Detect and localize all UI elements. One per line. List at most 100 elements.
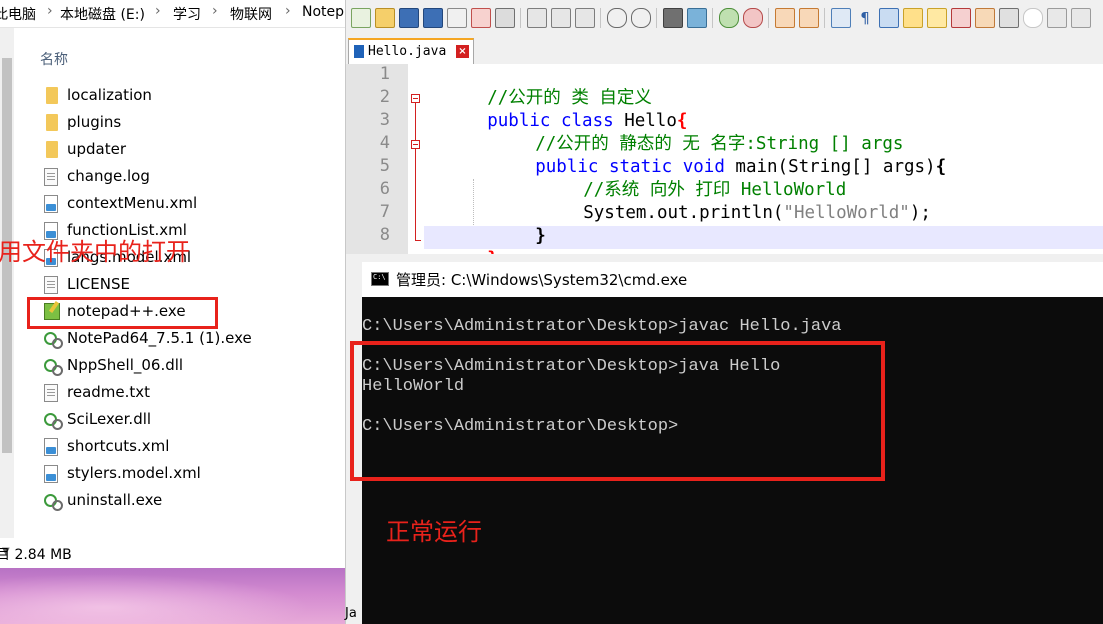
code-line-8: } (424, 225, 498, 254)
sync-horizontal-icon[interactable] (799, 8, 819, 28)
folder-icon (46, 141, 58, 158)
file-name: plugins (67, 113, 122, 131)
text-file-icon (44, 384, 58, 402)
user-language-icon[interactable] (903, 8, 923, 28)
code-line-2: public class Hello{ (424, 87, 687, 131)
line-number: 3 (379, 110, 390, 130)
toolbar-separator (712, 8, 713, 28)
breadcrumb-item-this-pc[interactable]: 此电脑 (0, 4, 36, 24)
show-all-characters-icon[interactable]: ¶ (855, 8, 875, 28)
file-name: shortcuts.xml (67, 437, 170, 455)
folder-icon (46, 114, 58, 131)
file-list-item[interactable]: SciLexer.dll (40, 408, 300, 432)
cmd-window: 管理员: C:\Windows\System32\cmd.exe C:\User… (350, 262, 1103, 624)
text-file-icon (44, 168, 58, 186)
vertical-scrollbar[interactable]: ▼ (0, 28, 14, 557)
breadcrumb-item-iot[interactable]: 物联网 (230, 4, 272, 24)
file-list-item[interactable]: NppShell_06.dll (40, 354, 300, 378)
breadcrumb: 此电脑 › 本地磁盘 (E:) › 学习 › 物联网 › Notep (0, 0, 345, 28)
toolbar-separator (656, 8, 657, 28)
file-list-item[interactable]: contextMenu.xml (40, 192, 300, 216)
zoom-out-icon[interactable] (743, 8, 763, 28)
close-icon[interactable] (447, 8, 467, 28)
file-list-item[interactable]: NotePad64_7.5.1 (1).exe (40, 327, 300, 351)
dll-icon (44, 359, 63, 376)
desktop-wallpaper (0, 568, 345, 624)
cmd-title-bar[interactable]: 管理员: C:\Windows\System32\cmd.exe (362, 262, 1103, 298)
zoom-in-icon[interactable] (719, 8, 739, 28)
file-list-item[interactable]: plugins (40, 111, 300, 135)
fold-margin[interactable] (410, 64, 422, 254)
indent-guide-icon[interactable] (879, 8, 899, 28)
code-editor[interactable]: 1 2 3 4 5 6 7 8 //公开的 类 自定义 public class… (346, 64, 1103, 254)
breadcrumb-item-notepad[interactable]: Notep (302, 4, 344, 20)
code-brace: } (535, 226, 546, 246)
code-line-7: } (472, 202, 546, 246)
file-list-item[interactable]: LICENSE (40, 273, 300, 297)
word-wrap-icon[interactable] (831, 8, 851, 28)
file-list-item[interactable]: updater (40, 138, 300, 162)
status-bar-size: 目 2.84 MB (0, 547, 72, 563)
breadcrumb-item-study[interactable]: 学习 (173, 4, 201, 24)
fold-toggle-icon[interactable] (411, 140, 420, 149)
document-map-icon[interactable] (927, 8, 947, 28)
monitoring-icon[interactable] (999, 8, 1019, 28)
save-all-icon[interactable] (423, 8, 443, 28)
exe-icon (44, 494, 63, 511)
folder-icon (46, 87, 58, 104)
toolbar-separator (520, 8, 521, 28)
cmd-title: 管理员: C:\Windows\System32\cmd.exe (396, 271, 688, 289)
file-name: localization (67, 86, 152, 104)
dll-icon (44, 413, 63, 430)
file-list-item[interactable]: uninstall.exe (40, 489, 300, 513)
file-list-item[interactable]: localization (40, 84, 300, 108)
print-icon[interactable] (495, 8, 515, 28)
undo-icon[interactable] (607, 8, 627, 28)
copy-icon[interactable] (551, 8, 571, 28)
text-file-icon (44, 276, 58, 294)
code-line-6: System.out.println("HelloWorld"); (520, 179, 931, 223)
fold-toggle-icon[interactable] (411, 94, 420, 103)
record-macro-icon[interactable] (1023, 8, 1043, 28)
line-number: 1 (379, 64, 390, 84)
toolbar-separator (824, 8, 825, 28)
redo-icon[interactable] (631, 8, 651, 28)
close-all-icon[interactable] (471, 8, 491, 28)
line-number: 2 (379, 87, 390, 107)
breadcrumb-separator-icon: › (47, 3, 53, 19)
file-list-item[interactable]: shortcuts.xml (40, 435, 300, 459)
find-icon[interactable] (663, 8, 683, 28)
cut-icon[interactable] (527, 8, 547, 28)
file-list-item[interactable]: change.log (40, 165, 300, 189)
close-tab-icon[interactable]: × (456, 45, 469, 58)
play-macro-icon[interactable] (1071, 8, 1091, 28)
tab-hello-java[interactable]: Hello.java × (348, 38, 474, 64)
code-identifier: ); (909, 203, 931, 223)
annotation-runs-normally: 正常运行 (386, 518, 482, 546)
file-list-item[interactable]: stylers.model.xml (40, 462, 300, 486)
breadcrumb-item-drive[interactable]: 本地磁盘 (E:) (60, 4, 145, 24)
sync-vertical-icon[interactable] (775, 8, 795, 28)
line-number: 7 (379, 202, 390, 222)
save-icon[interactable] (399, 8, 419, 28)
file-name: readme.txt (67, 383, 151, 401)
line-number: 8 (379, 225, 390, 245)
open-file-icon[interactable] (375, 8, 395, 28)
file-list-item[interactable]: readme.txt (40, 381, 300, 405)
line-number: 4 (379, 133, 390, 153)
xml-file-icon (44, 195, 58, 213)
replace-icon[interactable] (687, 8, 707, 28)
function-list-icon[interactable] (951, 8, 971, 28)
console-line: C:\Users\Administrator\Desktop>javac Hel… (362, 317, 842, 336)
paste-icon[interactable] (575, 8, 595, 28)
breadcrumb-separator-icon: › (285, 3, 291, 19)
stop-macro-icon[interactable] (1047, 8, 1067, 28)
folder-as-workspace-icon[interactable] (975, 8, 995, 28)
code-brace: { (935, 157, 947, 177)
line-number: 5 (379, 156, 390, 176)
tab-label: Hello.java (368, 44, 447, 59)
new-file-icon[interactable] (351, 8, 371, 28)
cmd-console[interactable]: C:\Users\Administrator\Desktop>javac Hel… (350, 297, 1103, 624)
code-line-1: //公开的 类 自定义 (424, 64, 652, 108)
column-header-name[interactable]: 名称 (40, 49, 68, 69)
